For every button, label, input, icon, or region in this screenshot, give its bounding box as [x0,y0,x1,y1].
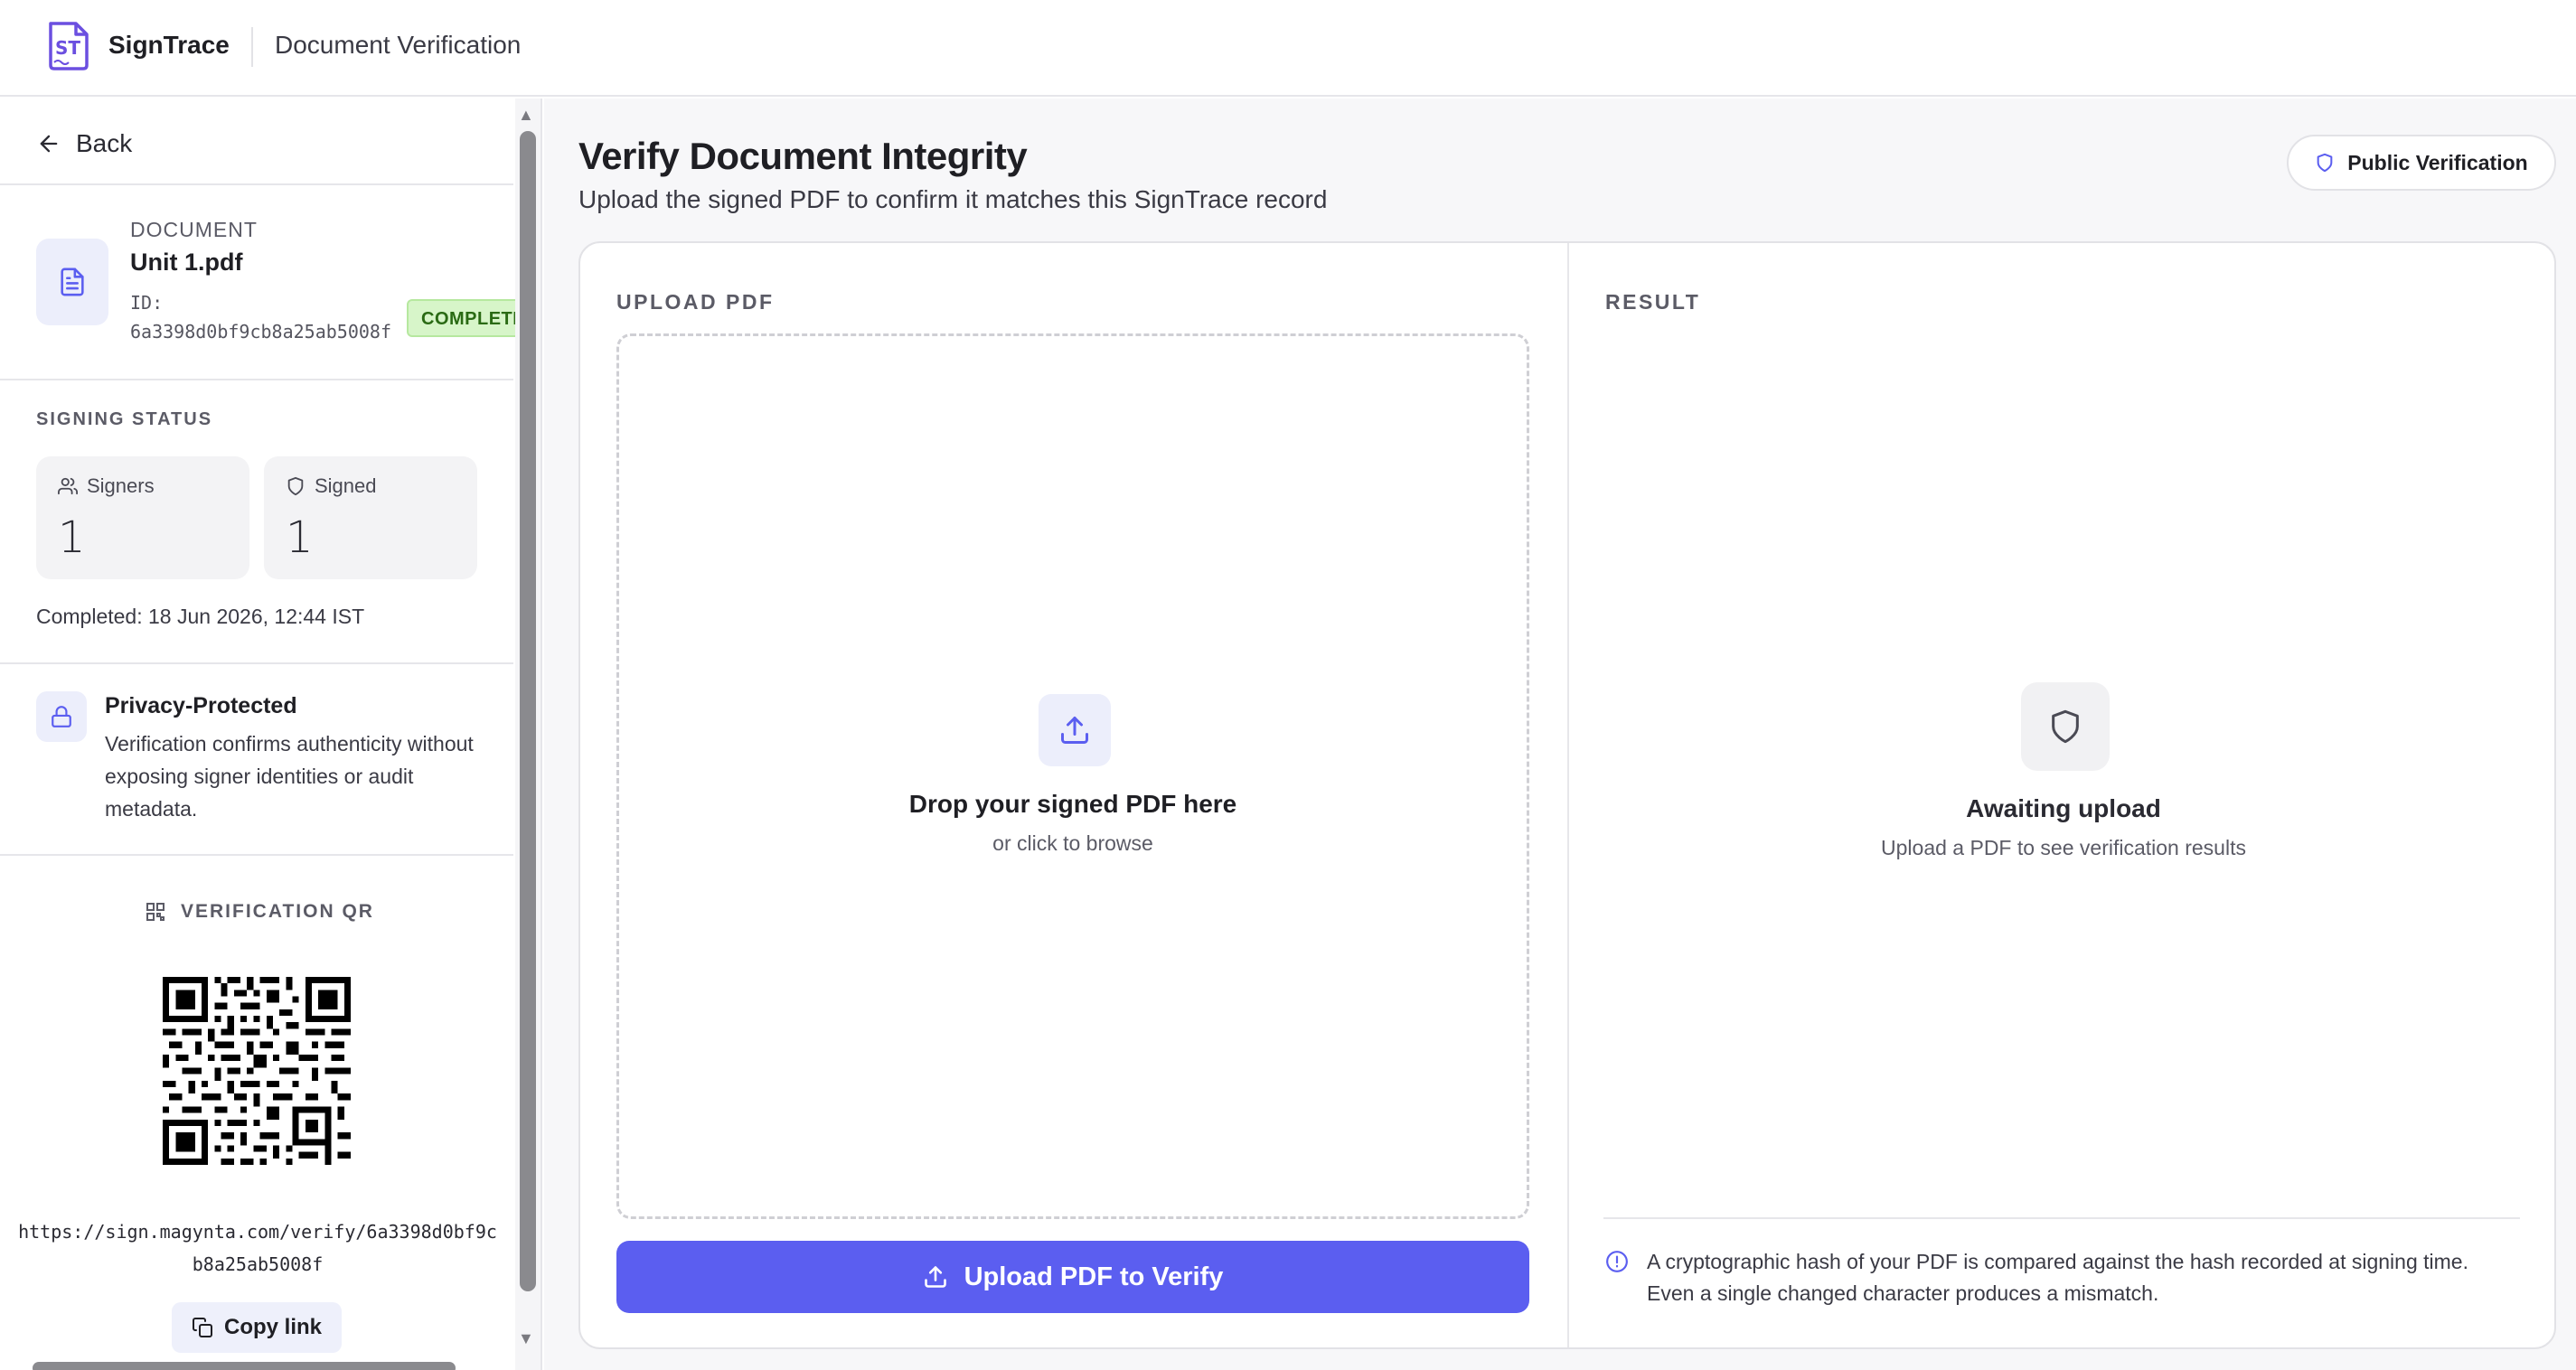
qr-title-label: VERIFICATION QR [181,901,374,922]
signed-label-row: Signed [286,474,377,498]
lock-icon-box [36,691,87,742]
divider [0,183,513,185]
sidebar: Back DOCUMENT Unit 1.pdf ID: 6a3398d0bf9… [0,99,542,1370]
upload-icon-box [1039,694,1111,766]
drop-title: Drop your signed PDF here [908,790,1237,818]
signers-label: Signers [87,474,155,497]
upload-icon [1061,717,1088,744]
users-icon [58,477,78,495]
verification-qr-title: VERIFICATION QR [145,901,374,923]
main-content: Verify Document Integrity Upload the sig… [544,99,2576,1370]
document-name: Unit 1.pdf [130,249,243,276]
upload-pdf-button[interactable]: Upload PDF to Verify [616,1241,1529,1313]
shield-icon [2052,709,2079,744]
divider [0,379,513,380]
completed-timestamp: Completed: 18 Jun 2026, 12:44 IST [36,605,365,628]
back-label: Back [76,129,133,157]
file-text-icon [61,267,84,296]
verification-qr-code [163,977,351,1165]
signed-value: 1 [286,512,314,563]
lock-icon [52,706,71,727]
shield-icon [287,476,304,496]
awaiting-upload-title: Awaiting upload [1966,794,2161,822]
copy-icon [192,1318,212,1337]
info-icon [1606,1251,1628,1272]
page-subtitle: Upload the signed PDF to confirm it matc… [578,185,1328,213]
result-panel-title: RESULT [1605,290,1701,314]
status-badge: COMPLETED [407,299,524,337]
page-title: Verify Document Integrity [578,135,1028,177]
privacy-title: Privacy-Protected [105,693,297,718]
arrow-left-icon [40,135,58,153]
result-divider [1603,1217,2520,1219]
signers-value: 1 [58,512,86,563]
document-id-label: ID: [130,292,164,314]
divider [0,662,513,664]
upload-panel-title: UPLOAD PDF [616,290,775,314]
pdf-dropzone[interactable]: Drop your signed PDF here or click to br… [616,333,1529,1219]
header-subtitle: Document Verification [275,31,522,59]
document-icon-box [36,239,108,325]
hash-info-text: A cryptographic hash of your PDF is comp… [1647,1250,2468,1305]
upload-pdf-label: Upload PDF to Verify [964,1262,1224,1291]
upload-icon [924,1266,946,1288]
privacy-text: Verification confirms authenticity witho… [105,732,474,821]
signing-status-title: SIGNING STATUS [36,409,213,429]
scroll-up-arrow-icon[interactable]: ▲ [518,106,534,125]
sidebar-horizontal-scroll-thumb[interactable] [33,1362,456,1370]
brand-name: SignTrace [108,31,230,59]
signed-label: Signed [315,474,377,497]
app-header: ST SignTrace Document Verification [0,0,2576,97]
public-verification-label: Public Verification [2347,150,2528,174]
signed-card: Signed 1 [264,456,477,579]
verification-url: https://sign.magynta.com/verify/6a3398d0… [18,1221,497,1275]
verification-card: UPLOAD PDF Drop your signed PDF here or … [578,241,2556,1349]
shield-icon [2317,153,2333,173]
scroll-down-arrow-icon[interactable]: ▼ [518,1329,534,1348]
copy-link-button[interactable]: Copy link [172,1302,342,1353]
divider [0,854,513,856]
signtrace-logo-icon[interactable]: ST [42,20,94,72]
awaiting-upload-subtitle: Upload a PDF to see verification results [1881,836,2246,859]
document-id: 6a3398d0bf9cb8a25ab5008f [130,321,391,342]
sidebar-scroll-thumb[interactable] [520,131,536,1291]
qr-code-icon [146,903,165,921]
document-label: DOCUMENT [130,218,258,241]
drop-subtitle: or click to browse [992,831,1153,855]
svg-text:ST: ST [55,37,80,59]
signers-card: Signers 1 [36,456,249,579]
result-icon-box [2021,682,2110,771]
copy-link-label: Copy link [223,1315,322,1339]
back-button[interactable]: Back [36,129,132,158]
public-verification-button[interactable]: Public Verification [2287,135,2556,191]
header-divider [251,27,253,67]
signers-label-row: Signers [58,474,155,498]
